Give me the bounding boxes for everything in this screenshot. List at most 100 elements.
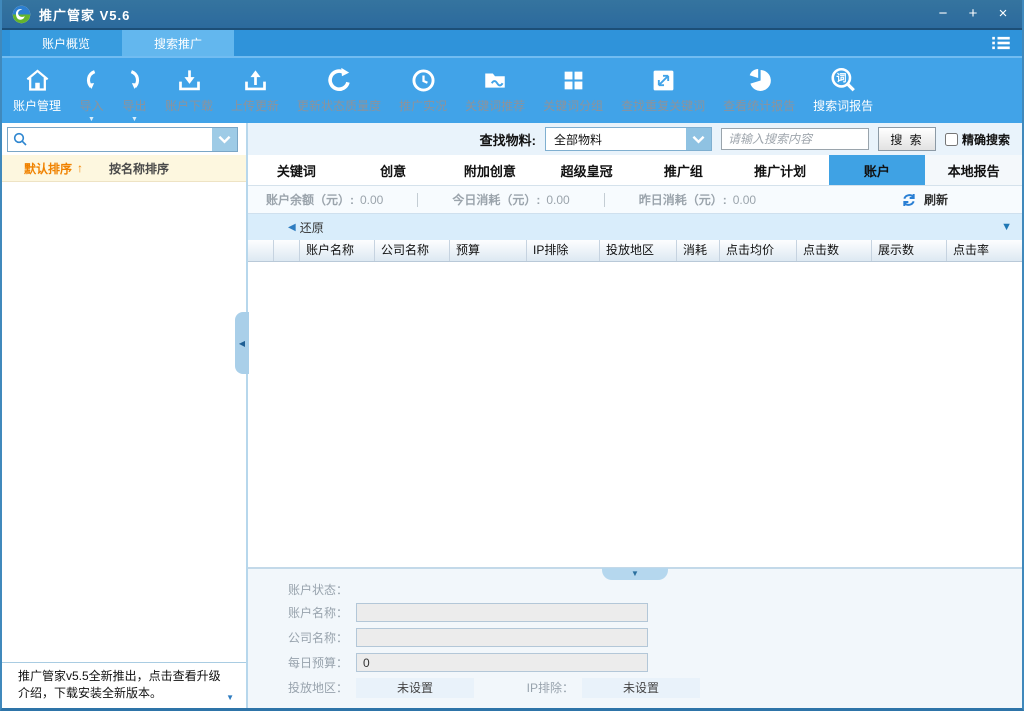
duplicate-find-icon bbox=[651, 65, 676, 95]
tab-search-promotion[interactable]: 搜索推广 bbox=[122, 30, 234, 56]
sidebar-collapse-handle[interactable]: ◀ bbox=[235, 312, 249, 374]
column-header-avg-cpc[interactable]: 点击均价 bbox=[720, 240, 797, 261]
stat-value: 0.00 bbox=[733, 193, 756, 207]
tab-ad-groups[interactable]: 推广组 bbox=[635, 155, 732, 185]
toolbar-label: 查看统计报告 bbox=[723, 97, 795, 114]
column-header-cost[interactable]: 消耗 bbox=[677, 240, 720, 261]
column-header-ctr[interactable]: 点击率 bbox=[947, 240, 1022, 261]
finder-label: 查找物料: bbox=[480, 130, 536, 149]
minimize-button[interactable]: − bbox=[930, 3, 956, 25]
panel-collapse-button[interactable]: ▼ bbox=[602, 568, 668, 580]
caret-down-icon[interactable]: ▼ bbox=[131, 116, 138, 123]
ip-exclude-label: IP排除： bbox=[482, 679, 574, 696]
toolbar-label: 账户下载 bbox=[165, 97, 213, 114]
toolbar-label: 导入 bbox=[80, 97, 104, 114]
tab-extra-creatives[interactable]: 附加创意 bbox=[442, 155, 539, 185]
main-panel: 查找物料: 全部物料 搜 索 精确搜索 关键词 创意 附加创意 超级 bbox=[248, 123, 1022, 708]
update-notice-text: 推广管家v5.5全新推出，点击查看升级介绍，下载安装全新版本。 bbox=[18, 669, 221, 700]
update-notice[interactable]: 推广管家v5.5全新推出，点击查看升级介绍，下载安装全新版本。 ▼ bbox=[2, 662, 246, 708]
refresh-label: 刷新 bbox=[924, 191, 948, 208]
account-name-field[interactable] bbox=[356, 603, 648, 622]
stat-separator bbox=[604, 193, 605, 207]
close-button[interactable]: × bbox=[990, 3, 1016, 25]
toolbar-label: 账户管理 bbox=[13, 97, 61, 114]
toolbar-export[interactable]: 导出 ▼ bbox=[113, 58, 156, 123]
maximize-button[interactable]: + bbox=[960, 3, 986, 25]
sidebar-search-combo bbox=[7, 127, 238, 152]
toolbar-import[interactable]: 导入 ▼ bbox=[70, 58, 113, 123]
toolbar-account-download[interactable]: 账户下载 bbox=[156, 58, 222, 123]
toolbar-keyword-suggest[interactable]: 关键词推荐 bbox=[456, 58, 534, 123]
toolbar-label: 导出 bbox=[123, 97, 147, 114]
tab-local-report[interactable]: 本地报告 bbox=[925, 155, 1022, 185]
stat-label: 昨日消耗（元）: bbox=[639, 191, 727, 208]
chevron-down-icon[interactable] bbox=[686, 128, 711, 150]
column-header-clicks[interactable]: 点击数 bbox=[797, 240, 872, 261]
app-logo-icon bbox=[12, 5, 31, 24]
tab-account-overview[interactable]: 账户概览 bbox=[10, 30, 122, 56]
ip-exclude-value[interactable]: 未设置 bbox=[582, 678, 700, 698]
column-header-select[interactable] bbox=[248, 240, 274, 261]
chevron-down-icon[interactable] bbox=[212, 128, 237, 151]
svg-text:词: 词 bbox=[836, 72, 846, 85]
toolbar-search-term-report[interactable]: 词 搜索词报告 bbox=[804, 58, 882, 123]
export-icon bbox=[122, 65, 147, 95]
toolbar-live-status[interactable]: 推广实况 bbox=[390, 58, 456, 123]
search-term-icon: 词 bbox=[829, 65, 857, 95]
search-button[interactable]: 搜 索 bbox=[878, 127, 936, 151]
toolbar-update-quality[interactable]: 更新状态质量度 bbox=[288, 58, 390, 123]
list-menu-icon[interactable] bbox=[992, 30, 1010, 56]
sort-default-label: 默认排序 bbox=[24, 160, 72, 177]
restore-arrow-icon: ◀ bbox=[288, 222, 296, 233]
refresh-button[interactable]: 刷新 bbox=[901, 191, 948, 208]
material-search-input[interactable] bbox=[721, 128, 869, 150]
toolbar-keyword-group[interactable]: 关键词分组 bbox=[534, 58, 612, 123]
column-header-ip-exclude[interactable]: IP排除 bbox=[527, 240, 600, 261]
column-header-budget[interactable]: 预算 bbox=[450, 240, 527, 261]
column-expander-icon[interactable]: ▼ bbox=[1001, 221, 1012, 233]
sort-default-button[interactable]: 默认排序 ↑ bbox=[24, 160, 83, 177]
tab-accounts[interactable]: 账户 bbox=[829, 155, 926, 185]
toolbar-label: 搜索词报告 bbox=[813, 97, 873, 114]
sidebar-search-input[interactable] bbox=[32, 128, 212, 151]
column-header-company-name[interactable]: 公司名称 bbox=[375, 240, 450, 261]
column-header-status[interactable] bbox=[274, 240, 300, 261]
select-value: 全部物料 bbox=[546, 131, 686, 148]
tab-keywords[interactable]: 关键词 bbox=[248, 155, 345, 185]
account-table-body-empty bbox=[248, 262, 1022, 567]
toolbar-account-management[interactable]: 账户管理 bbox=[4, 58, 70, 123]
toolbar-find-duplicates[interactable]: 查找重复关键词 bbox=[612, 58, 714, 123]
region-value[interactable]: 未设置 bbox=[356, 678, 474, 698]
exact-search-checkbox[interactable] bbox=[945, 133, 958, 146]
home-icon bbox=[24, 65, 51, 95]
sidebar-search-row bbox=[2, 123, 246, 155]
column-header-impressions[interactable]: 展示数 bbox=[872, 240, 947, 261]
title-bar: 推广管家 V5.6 − + × bbox=[2, 0, 1022, 30]
material-type-select[interactable]: 全部物料 bbox=[545, 127, 712, 151]
exact-search-option[interactable]: 精确搜索 bbox=[945, 131, 1010, 148]
material-tab-strip: 关键词 创意 附加创意 超级皇冠 推广组 推广计划 账户 本地报告 bbox=[248, 155, 1022, 186]
toolbar-stats-report[interactable]: 查看统计报告 bbox=[714, 58, 804, 123]
tab-campaigns[interactable]: 推广计划 bbox=[732, 155, 829, 185]
restore-bar: ◀ 还原 ▼ bbox=[248, 214, 1022, 240]
tab-super-crown[interactable]: 超级皇冠 bbox=[538, 155, 635, 185]
stat-label: 账户余额（元）: bbox=[266, 191, 354, 208]
refresh-icon bbox=[325, 65, 354, 95]
account-stats-bar: 账户余额（元）: 0.00 今日消耗（元）: 0.00 昨日消耗（元）: 0.0… bbox=[248, 186, 1022, 214]
toolbar-label: 查找重复关键词 bbox=[621, 97, 705, 114]
toolbar-label: 关键词推荐 bbox=[465, 97, 525, 114]
import-icon bbox=[79, 65, 104, 95]
upload-icon bbox=[242, 65, 269, 95]
daily-budget-field[interactable] bbox=[356, 653, 648, 672]
caret-down-icon[interactable]: ▼ bbox=[88, 116, 95, 123]
notice-expander-icon[interactable]: ▼ bbox=[226, 692, 234, 704]
grid-group-icon bbox=[561, 65, 586, 95]
toolbar-upload-update[interactable]: 上传更新 bbox=[222, 58, 288, 123]
main-toolbar: 账户管理 导入 ▼ 导出 ▼ bbox=[2, 56, 1022, 123]
restore-button[interactable]: 还原 bbox=[300, 219, 324, 236]
company-name-field[interactable] bbox=[356, 628, 648, 647]
column-header-account-name[interactable]: 账户名称 bbox=[300, 240, 375, 261]
sort-by-name-button[interactable]: 按名称排序 bbox=[109, 160, 169, 177]
tab-creatives[interactable]: 创意 bbox=[345, 155, 442, 185]
column-header-region[interactable]: 投放地区 bbox=[600, 240, 677, 261]
